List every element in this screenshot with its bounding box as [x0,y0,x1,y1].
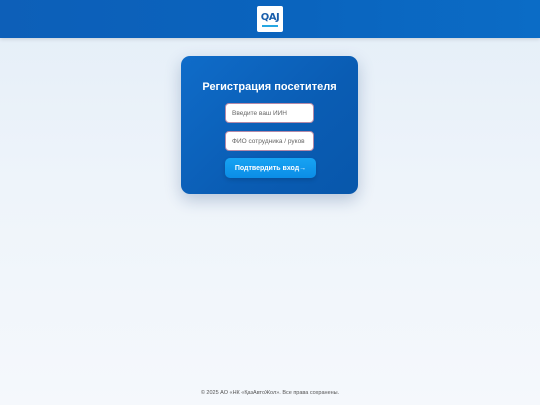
footer-copyright: © 2025 АО «НК «ҚазАвтоЖол». Все права со… [200,390,340,396]
logo-text: QAJ [260,11,280,23]
confirm-entry-button[interactable]: Подтвердить вход→ [225,158,316,178]
logo-underline [262,25,278,27]
top-header: QAJ [0,0,540,38]
qaj-logo-icon[interactable]: QAJ [257,6,283,32]
form-title: Регистрация посетителя [202,81,337,93]
employee-name-input[interactable] [225,131,314,151]
iin-input[interactable] [225,103,314,123]
visitor-registration-card: Регистрация посетителя Подтвердить вход→ [181,56,358,194]
